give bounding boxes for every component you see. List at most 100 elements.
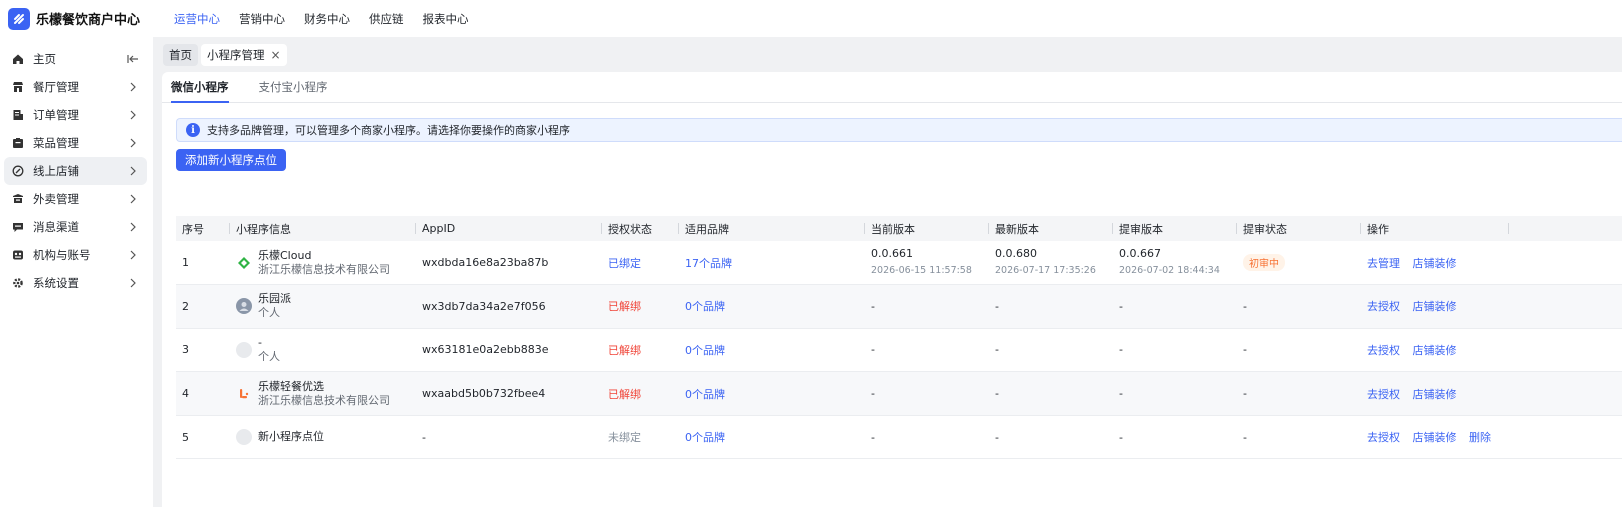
- current-version: -: [871, 430, 875, 444]
- sidebar-item-label: 消息渠道: [33, 220, 79, 234]
- avatar: [236, 298, 252, 315]
- brands-link[interactable]: 0个品牌: [685, 431, 725, 444]
- authorize-link[interactable]: 去授权: [1367, 300, 1400, 313]
- online-store-icon: [12, 165, 24, 177]
- table-row: 3 - 个人 wx63181e0a2ebb883e 已解绑 0个品牌 - - -…: [176, 328, 1622, 372]
- collapse-sidebar-icon[interactable]: [127, 53, 139, 65]
- delete-link[interactable]: 删除: [1469, 431, 1491, 444]
- topnav-finance[interactable]: 财务中心: [304, 11, 350, 27]
- authorize-link[interactable]: 去授权: [1367, 388, 1400, 401]
- miniprogram-name: 乐园派: [258, 292, 291, 306]
- sidebar-item-home[interactable]: 主页: [4, 45, 147, 73]
- sidebar-item-online-store[interactable]: 线上店铺: [4, 157, 147, 185]
- chevron-right-icon: [127, 249, 139, 261]
- sidebar-item-accounts[interactable]: 机构与账号: [4, 241, 147, 269]
- sidebar-item-settings[interactable]: 系统设置: [4, 269, 147, 297]
- review-status: -: [1243, 299, 1247, 313]
- top-bar: 乐檬餐饮商户中心 运营中心 营销中心 财务中心 供应链 报表中心: [0, 0, 1622, 37]
- message-icon: [12, 221, 24, 233]
- appid: wxaabd5b0b732fbee4: [422, 387, 546, 401]
- tab-alipay-miniprogram[interactable]: 支付宝小程序: [259, 79, 328, 102]
- topnav-marketing[interactable]: 营销中心: [239, 11, 285, 27]
- miniprogram-table: 序号 小程序信息 AppID 授权状态 适用品牌 当前版本 最新版本 提审版本 …: [176, 216, 1622, 459]
- table-row: 1 乐檬Cloud 浙江乐檬信息技术有限公司 wxdbda16e8a23ba87…: [176, 241, 1622, 285]
- current-version: -: [871, 387, 875, 401]
- latest-version: -: [995, 299, 999, 313]
- app-logo[interactable]: 乐檬餐饮商户中心: [0, 7, 170, 30]
- miniprogram-owner: 个人: [258, 349, 280, 363]
- manage-link[interactable]: 去管理: [1367, 257, 1400, 270]
- miniprogram-logo-icon: [236, 255, 252, 271]
- brands-link[interactable]: 0个品牌: [685, 300, 725, 313]
- info-icon: i: [186, 123, 200, 137]
- store-decoration-link[interactable]: 店铺装修: [1413, 431, 1457, 444]
- store-decoration-link[interactable]: 店铺装修: [1413, 257, 1457, 270]
- info-notice: i 支持多品牌管理，可以管理多个商家小程序。请选择你要操作的商家小程序: [176, 118, 1622, 142]
- auth-status: 未绑定: [608, 431, 641, 445]
- page-tab-miniprogram[interactable]: 小程序管理 ×: [201, 44, 287, 66]
- column-header: 序号: [176, 216, 230, 241]
- column-header: 操作: [1361, 216, 1509, 241]
- sidebar-item-delivery[interactable]: 外卖管理: [4, 185, 147, 213]
- miniprogram-info: 乐园派 个人: [230, 285, 416, 329]
- topnav-supply-chain[interactable]: 供应链: [369, 11, 404, 27]
- settings-card: 微信小程序 支付宝小程序 i 支持多品牌管理，可以管理多个商家小程序。请选择你要…: [162, 72, 1622, 220]
- home-icon: [12, 53, 24, 65]
- dish-icon: [12, 137, 24, 149]
- sidebar-item-messages[interactable]: 消息渠道: [4, 213, 147, 241]
- miniprogram-owner: 浙江乐檬信息技术有限公司: [258, 262, 390, 276]
- topnav-reports[interactable]: 报表中心: [423, 11, 469, 27]
- chevron-right-icon: [127, 277, 139, 289]
- store-decoration-link[interactable]: 店铺装修: [1413, 344, 1457, 357]
- miniprogram-name: 乐檬Cloud: [258, 248, 312, 262]
- table-card: 序号 小程序信息 AppID 授权状态 适用品牌 当前版本 最新版本 提审版本 …: [162, 203, 1622, 507]
- placeholder-avatar: [236, 341, 252, 358]
- authorize-link[interactable]: 去授权: [1367, 344, 1400, 357]
- sidebar-item-orders[interactable]: 订单管理: [4, 101, 147, 129]
- appid: -: [422, 430, 426, 444]
- sidebar-item-dishes[interactable]: 菜品管理: [4, 129, 147, 157]
- review-status: -: [1243, 430, 1247, 444]
- review-version-time: 2026-07-02 18:44:34: [1119, 265, 1220, 277]
- column-header: 小程序信息: [230, 216, 416, 241]
- miniprogram-info: - 个人: [230, 328, 416, 372]
- column-header: AppID: [416, 216, 602, 241]
- row-index: 4: [182, 387, 189, 401]
- review-version: -: [1119, 387, 1123, 401]
- brands-link[interactable]: 0个品牌: [685, 388, 725, 401]
- sidebar-item-label: 线上店铺: [33, 164, 79, 178]
- store-decoration-link[interactable]: 店铺装修: [1413, 388, 1457, 401]
- review-status: -: [1243, 387, 1247, 401]
- page-tab-home[interactable]: 首页: [163, 44, 198, 66]
- review-version: 0.0.667: [1119, 247, 1161, 261]
- latest-version-time: 2026-07-17 17:35:26: [995, 265, 1096, 277]
- column-header: 提审版本: [1113, 216, 1237, 241]
- placeholder-avatar: [236, 429, 252, 446]
- miniprogram-owner: 浙江乐檬信息技术有限公司: [258, 393, 390, 407]
- authorize-link[interactable]: 去授权: [1367, 431, 1400, 444]
- brands-link[interactable]: 17个品牌: [685, 257, 732, 270]
- miniprogram-info: 新小程序点位: [230, 415, 416, 459]
- chevron-right-icon: [127, 221, 139, 233]
- brands-link[interactable]: 0个品牌: [685, 344, 725, 357]
- notice-text: 支持多品牌管理，可以管理多个商家小程序。请选择你要操作的商家小程序: [207, 124, 570, 137]
- review-status: -: [1243, 343, 1247, 357]
- chevron-right-icon: [127, 165, 139, 177]
- auth-status: 已解绑: [608, 343, 641, 357]
- miniprogram-name: 乐檬轻餐优选: [258, 379, 324, 393]
- tab-wechat-miniprogram[interactable]: 微信小程序: [171, 79, 229, 103]
- table-row: 5 新小程序点位 - 未绑定 0个品牌 - - - - 去授权 店铺装修 删除: [176, 415, 1622, 459]
- topnav-operations[interactable]: 运营中心: [174, 11, 220, 27]
- current-version: -: [871, 343, 875, 357]
- table-row: 4 乐檬轻餐优选 浙江乐檬信息技术有限公司 wxaabd5b0b732fbee4…: [176, 371, 1622, 416]
- sidebar-item-restaurant[interactable]: 餐厅管理: [4, 73, 147, 101]
- latest-version: -: [995, 387, 999, 401]
- miniprogram-info: 乐檬轻餐优选 浙江乐檬信息技术有限公司: [230, 372, 416, 416]
- current-version: 0.0.661: [871, 247, 913, 261]
- sidebar: 主页 餐厅管理 订单管理 菜品管理 线上店铺 外卖管理 消息渠道 机构与账号 系…: [0, 37, 153, 507]
- add-miniprogram-button[interactable]: 添加新小程序点位: [176, 149, 286, 171]
- store-decoration-link[interactable]: 店铺装修: [1413, 300, 1457, 313]
- page-tab-label: 首页: [169, 48, 192, 62]
- close-icon[interactable]: ×: [271, 49, 281, 61]
- table-row: 2 乐园派 个人 wx3db7da34a2e7f056 已解绑 0个品牌 - -…: [176, 284, 1622, 329]
